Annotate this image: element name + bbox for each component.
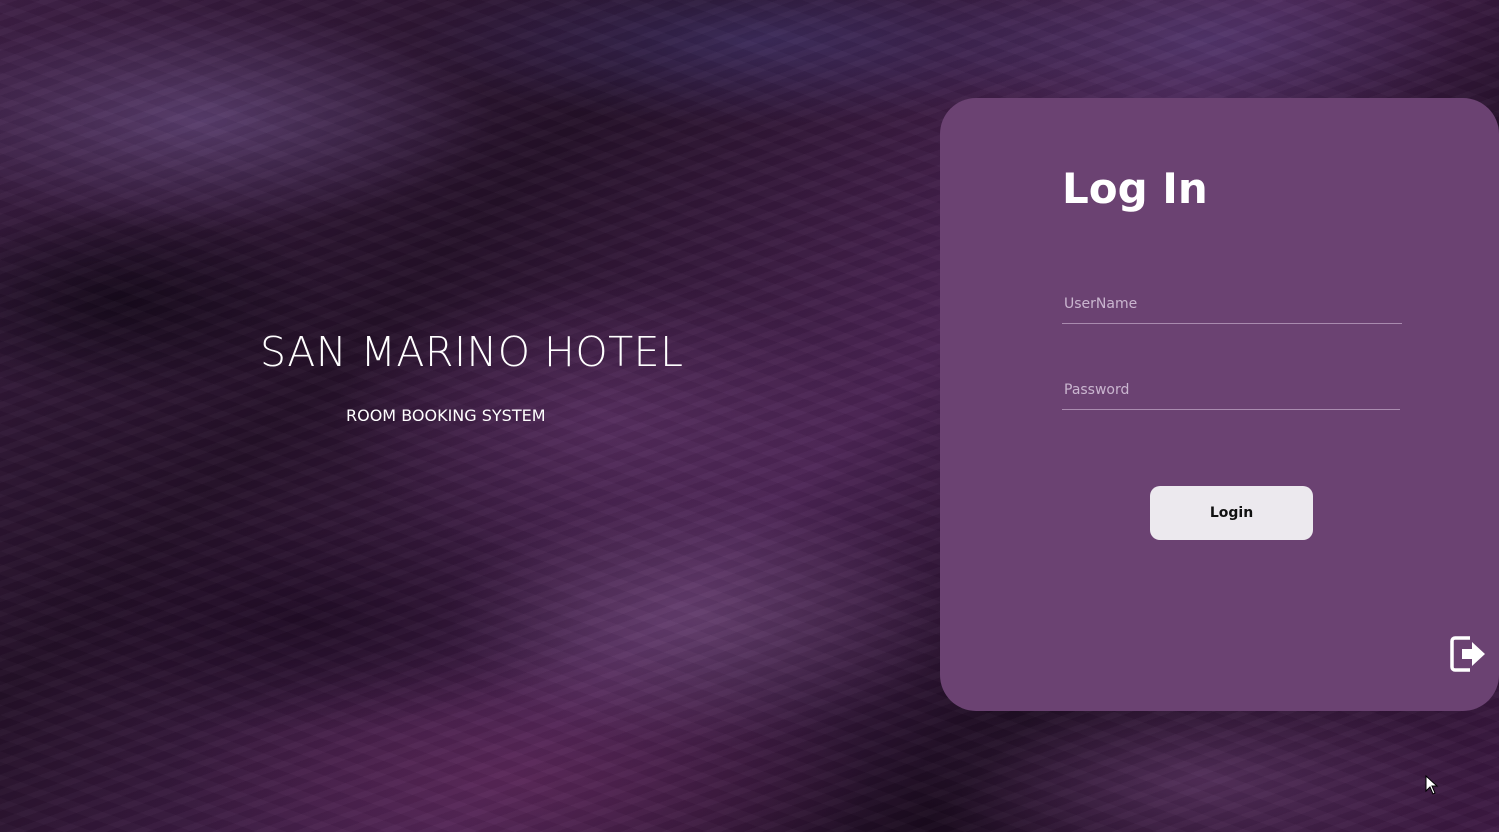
login-button[interactable]: Login [1150,486,1313,540]
username-field-container [1062,284,1402,324]
hotel-title: SAN MARINO HOTEL [260,328,684,376]
login-heading: Log In [1062,164,1208,213]
password-field-container [1062,370,1400,410]
mouse-cursor-icon [1425,774,1439,795]
exit-icon[interactable] [1448,632,1488,676]
login-panel: Log In Login [940,98,1499,711]
username-input[interactable] [1062,284,1402,323]
hotel-subtitle: ROOM BOOKING SYSTEM [346,406,546,425]
password-input[interactable] [1062,370,1400,409]
